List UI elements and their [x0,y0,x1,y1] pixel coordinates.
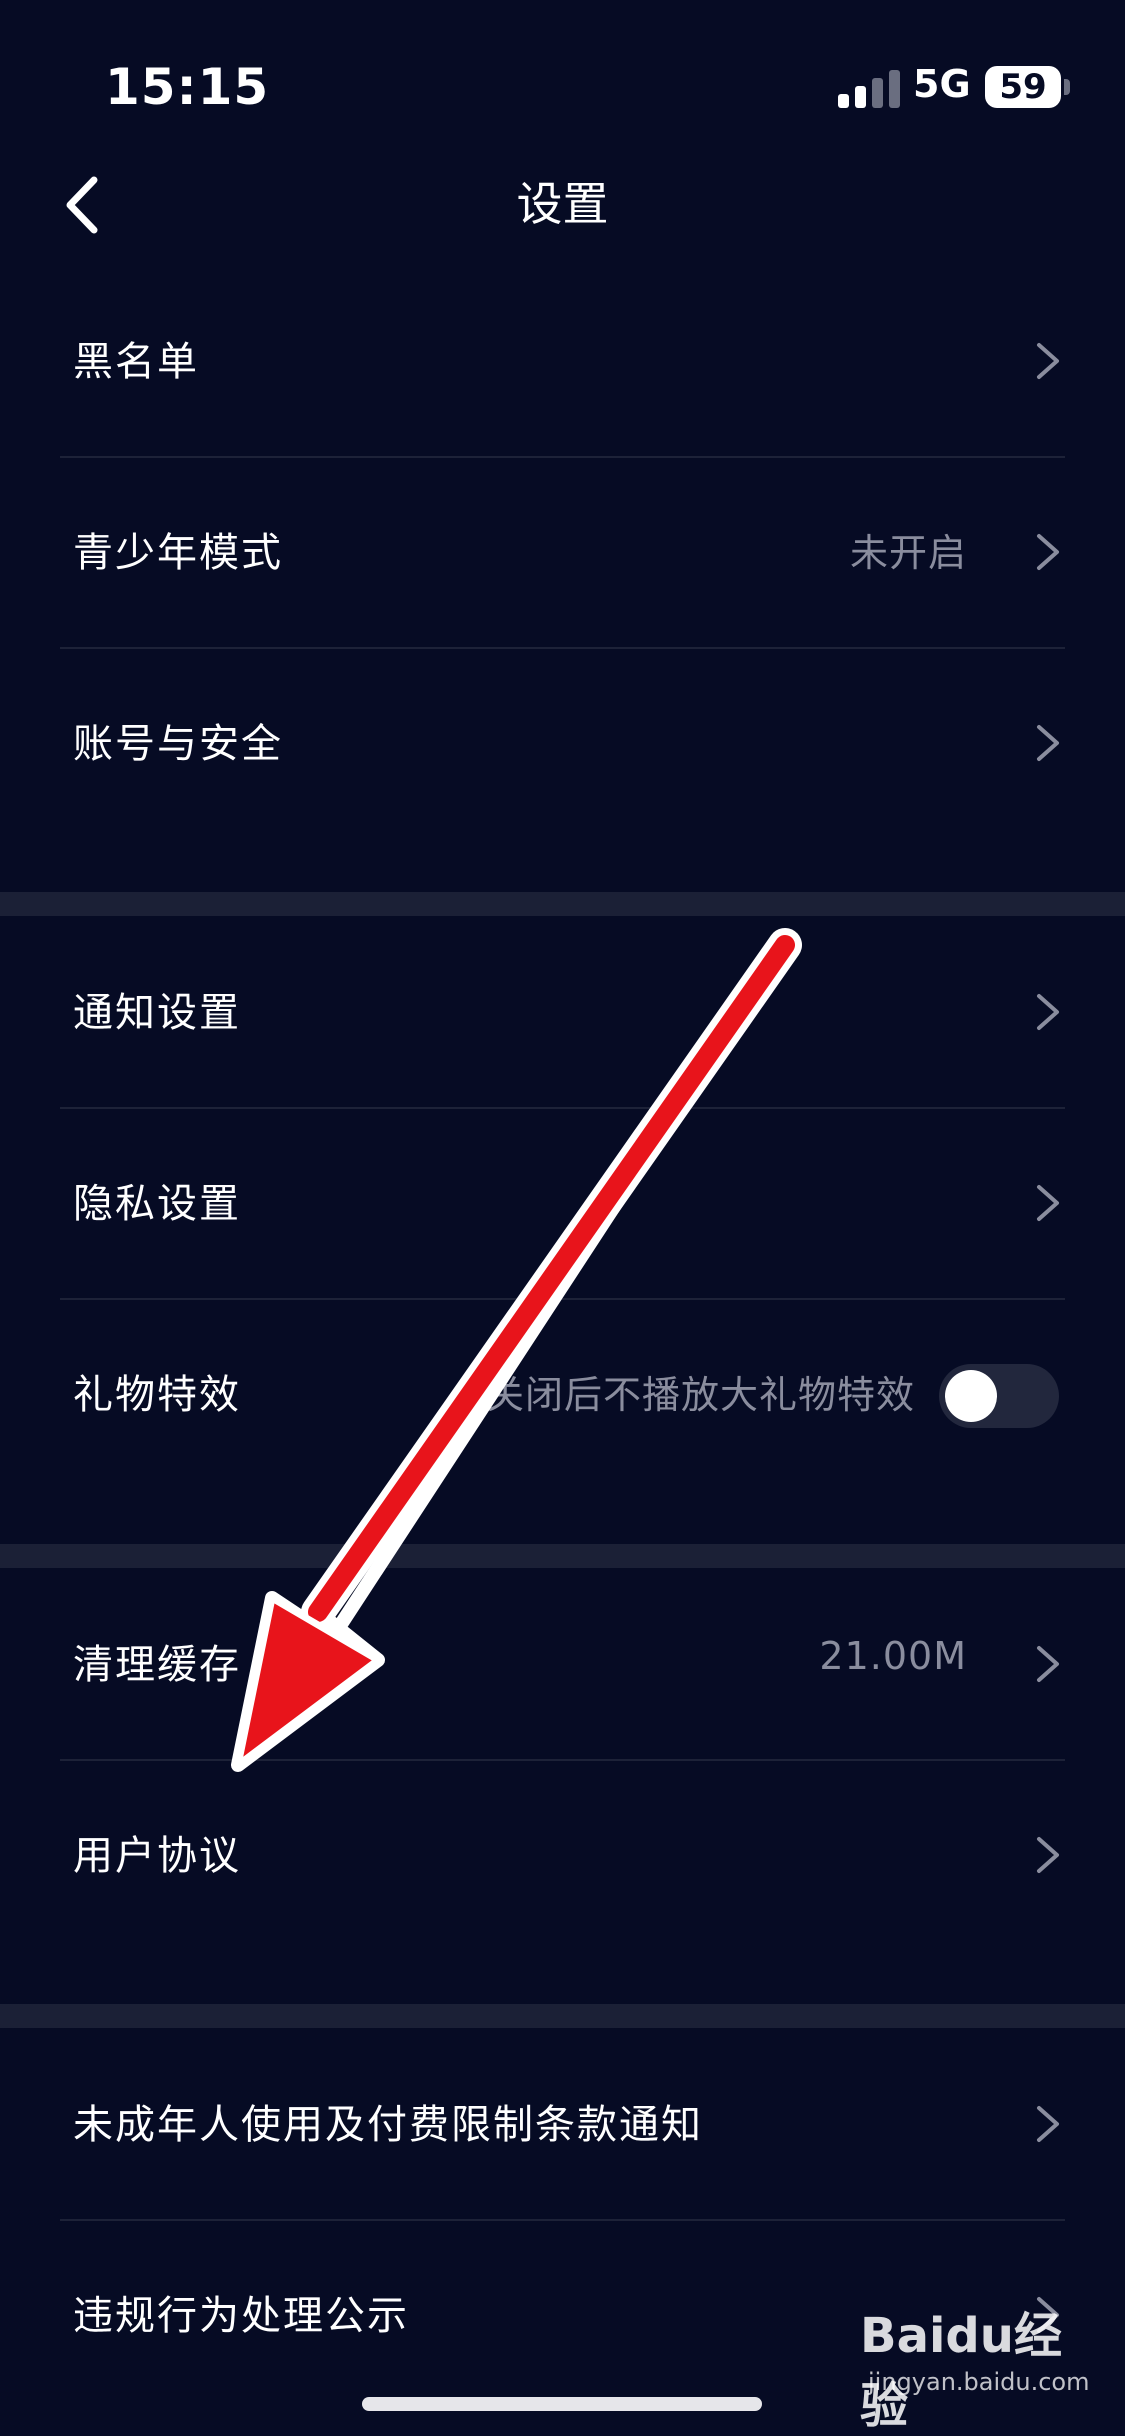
settings-group-3: 清理缓存 21.00M 用户协议 [0,1568,1125,1950]
status-bar: 15:15 5G 59 [0,0,1125,150]
row-account-security[interactable]: 账号与安全 [0,647,1125,838]
battery-level: 59 [999,67,1047,107]
settings-group-2: 通知设置 隐私设置 礼物特效 关闭后不播放大礼物特效 [0,916,1125,1489]
page-title: 设置 [516,177,609,231]
settings-group-1: 黑名单 青少年模式 未开启 账号与安全 [0,265,1125,838]
group-separator [0,1544,1125,1568]
chevron-right-icon [1037,1646,1059,1682]
toggle-knob [945,1370,997,1422]
row-label: 违规行为处理公示 [73,2293,409,2339]
row-label: 礼物特效 [73,1372,241,1418]
baidu-watermark: Baidu经验 jingyan.baidu.com [860,2296,1100,2434]
chevron-right-icon [1037,534,1059,570]
row-label: 通知设置 [73,990,241,1036]
row-label: 账号与安全 [73,721,283,767]
row-user-agreement[interactable]: 用户协议 [0,1759,1125,1950]
row-gift-effects: 礼物特效 关闭后不播放大礼物特效 [0,1298,1125,1489]
row-label: 未成年人使用及付费限制条款通知 [73,2102,703,2148]
battery-cap-icon [1064,79,1070,95]
row-clear-cache[interactable]: 清理缓存 21.00M [0,1568,1125,1759]
row-label: 清理缓存 [73,1642,241,1688]
group-separator [0,2004,1125,2028]
chevron-right-icon [1037,994,1059,1030]
row-label: 用户协议 [73,1833,241,1879]
chevron-right-icon [1037,1185,1059,1221]
gift-effects-toggle[interactable] [939,1364,1059,1428]
watermark-url: jingyan.baidu.com [868,2368,1090,2396]
row-teen-mode[interactable]: 青少年模式 未开启 [0,456,1125,647]
chevron-right-icon [1037,343,1059,379]
row-value: 21.00M [819,1634,967,1678]
cellular-signal-icon [838,68,900,108]
row-label: 隐私设置 [73,1181,241,1227]
chevron-right-icon [1037,2106,1059,2142]
battery-icon: 59 [985,66,1061,108]
home-indicator[interactable] [362,2397,762,2411]
nav-bar: 设置 [0,150,1125,250]
row-value: 关闭后不播放大礼物特效 [485,1373,915,1417]
row-label: 黑名单 [73,339,199,385]
chevron-right-icon [1037,1837,1059,1873]
watermark-brand: Baidu经验 [860,2308,1062,2434]
status-time: 15:15 [105,58,270,116]
group-separator [0,892,1125,916]
row-privacy-settings[interactable]: 隐私设置 [0,1107,1125,1298]
row-blacklist[interactable]: 黑名单 [0,265,1125,456]
network-type: 5G [913,62,971,106]
row-label: 青少年模式 [73,530,283,576]
row-notification-settings[interactable]: 通知设置 [0,916,1125,1107]
row-value: 未开启 [849,531,967,575]
row-minor-usage-notice[interactable]: 未成年人使用及付费限制条款通知 [0,2028,1125,2219]
chevron-right-icon [1037,725,1059,761]
